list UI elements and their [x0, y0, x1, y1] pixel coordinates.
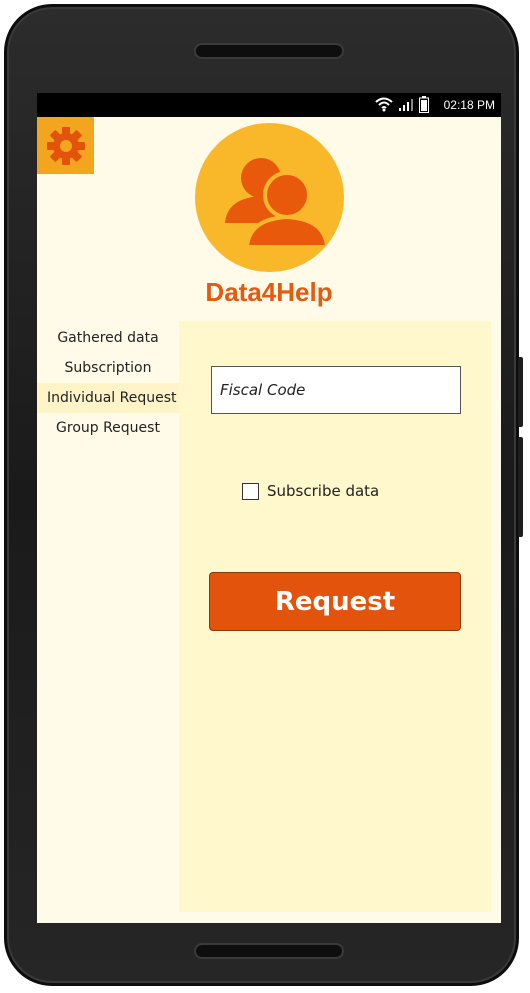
gear-icon — [46, 126, 85, 165]
users-icon — [225, 158, 330, 249]
avatar — [195, 123, 344, 272]
battery-icon — [419, 96, 429, 113]
bottom-speaker — [194, 943, 344, 959]
signal-icon — [399, 99, 413, 111]
fiscal-code-input[interactable] — [211, 366, 461, 414]
nav-item-group-request[interactable]: Group Request — [37, 413, 179, 443]
phone-frame: 02:18 PM Data4Help Gathered data Subscri… — [4, 4, 523, 986]
settings-button[interactable] — [37, 117, 94, 174]
volume-button — [518, 357, 523, 427]
status-bar: 02:18 PM — [37, 93, 501, 117]
request-panel: Subscribe data Request — [179, 321, 491, 912]
nav-item-individual-request[interactable]: Individual Request — [37, 383, 179, 413]
wifi-icon — [375, 97, 393, 112]
app-title: Data4Help — [205, 277, 333, 307]
nav-item-gathered-data[interactable]: Gathered data — [37, 323, 179, 353]
power-button — [518, 437, 523, 537]
request-button[interactable]: Request — [209, 572, 461, 631]
subscribe-row[interactable]: Subscribe data — [242, 482, 379, 500]
status-time: 02:18 PM — [443, 98, 495, 112]
nav-item-subscription[interactable]: Subscription — [37, 353, 179, 383]
subscribe-checkbox[interactable] — [242, 482, 259, 500]
side-nav: Gathered data Subscription Individual Re… — [37, 323, 179, 443]
subscribe-label: Subscribe data — [267, 482, 380, 500]
top-speaker — [194, 43, 344, 59]
screen: 02:18 PM Data4Help Gathered data Subscri… — [37, 93, 501, 923]
